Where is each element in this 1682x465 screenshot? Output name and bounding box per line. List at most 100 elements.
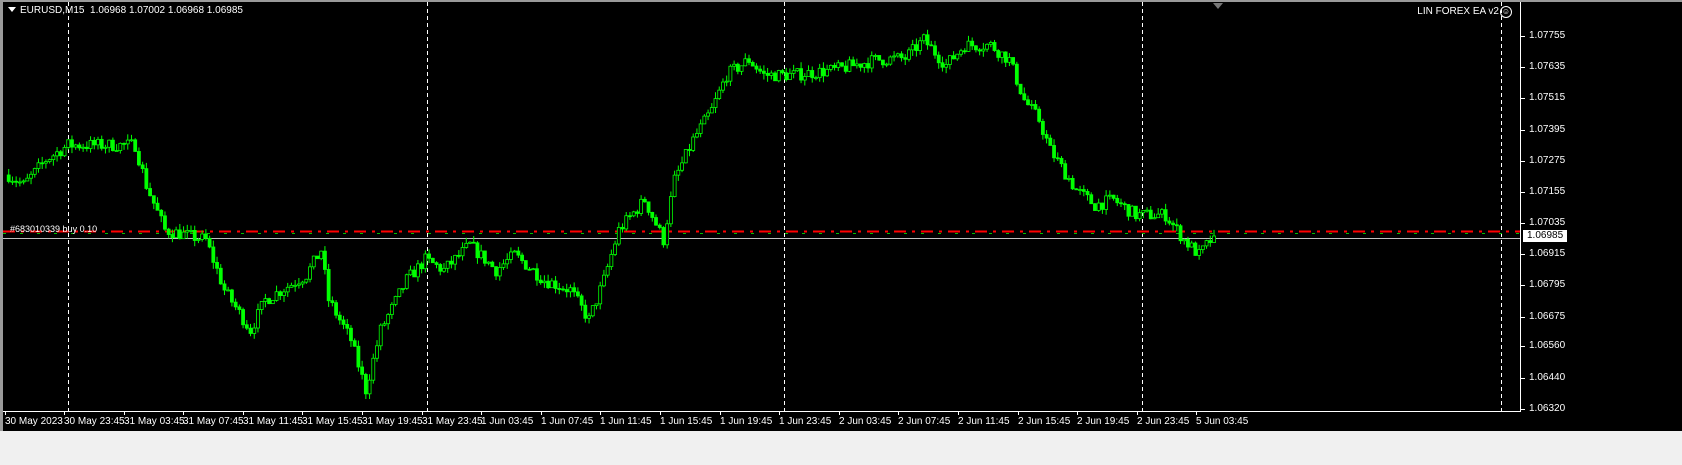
bull-candle (616, 226, 621, 245)
time-tick-label: 31 May 23:45 (422, 416, 483, 427)
bear-candle (1011, 57, 1016, 65)
time-tick-label: 1 Jun 23:45 (779, 416, 832, 427)
bear-candle (363, 374, 368, 395)
chart-window[interactable]: EURUSD,M15 1.06968 1.07002 1.06968 1.069… (0, 0, 1682, 465)
bull-candle (1182, 238, 1187, 242)
time-tick-label: 2 Jun 15:45 (1018, 416, 1071, 427)
bull-candle (680, 162, 684, 171)
bull-candle (1104, 195, 1109, 210)
bear-candle (155, 202, 160, 211)
bear-candle (218, 267, 223, 285)
bull-candle (1160, 209, 1164, 215)
price-tick (1521, 192, 1525, 193)
bear-candle (122, 142, 126, 145)
bull-candle (393, 296, 398, 305)
bear-candle (754, 65, 759, 70)
bull-candle (304, 278, 309, 283)
time-tick-label: 1 Jun 19:45 (720, 416, 773, 427)
bear-candle (1026, 99, 1030, 106)
bear-candle (1174, 224, 1179, 227)
bull-candle (587, 315, 591, 319)
bull-candle (895, 53, 900, 57)
time-tick (64, 411, 65, 415)
bull-candle (497, 267, 502, 277)
bull-candle (709, 107, 714, 114)
bear-candle (490, 261, 495, 268)
time-tick-label: 5 Jun 03:45 (1196, 416, 1249, 427)
expert-advisor-label[interactable]: LIN FOREX EA v2 ☺ (1417, 6, 1512, 18)
bear-candle (222, 283, 227, 291)
bull-candle (802, 76, 807, 81)
price-tick-label: 1.07395 (1529, 124, 1566, 135)
bull-candle (676, 169, 681, 176)
bull-candle (319, 250, 324, 260)
bull-candle (1130, 205, 1135, 217)
bear-candle (315, 255, 320, 260)
bull-candle (88, 139, 93, 149)
bear-candle (170, 234, 175, 239)
bull-candle (884, 63, 889, 66)
bull-candle (706, 112, 710, 117)
bull-candle (196, 239, 201, 241)
bull-candle (825, 68, 830, 77)
bull-candle (226, 289, 231, 292)
bear-candle (583, 304, 588, 319)
price-tick (1521, 346, 1525, 347)
bull-candle (1067, 178, 1071, 180)
bear-candle (475, 242, 480, 259)
chart-shift-marker-icon[interactable] (1213, 3, 1223, 9)
bear-candle (1148, 209, 1153, 220)
bull-candle (695, 133, 699, 138)
bull-candle (1152, 217, 1157, 220)
bull-candle (598, 285, 603, 305)
bear-candle (761, 70, 766, 74)
bear-candle (516, 250, 521, 256)
bull-candle (854, 63, 859, 67)
time-tick (1018, 411, 1019, 415)
bull-candle (10, 180, 15, 183)
time-tick-label: 1 Jun 11:45 (600, 416, 652, 427)
time-tick-label: 2 Jun 03:45 (839, 416, 892, 427)
time-tick (1196, 411, 1197, 415)
bear-candle (951, 55, 956, 60)
bear-candle (427, 253, 431, 259)
bear-candle (903, 57, 908, 60)
bear-candle (99, 138, 104, 149)
ea-name: LIN FOREX EA v2 (1417, 6, 1499, 17)
bear-candle (6, 174, 11, 182)
bear-candle (520, 254, 524, 262)
bear-candle (449, 260, 454, 265)
bull-candle (252, 327, 257, 334)
time-tick-label: 31 May 19:45 (362, 416, 423, 427)
bear-candle (148, 188, 152, 197)
bear-candle (207, 237, 212, 248)
bear-candle (471, 241, 476, 244)
bear-candle (810, 70, 815, 79)
bear-candle (133, 139, 138, 152)
bull-candle (29, 173, 33, 179)
bull-candle (665, 223, 670, 246)
price-chart[interactable] (0, 0, 1520, 412)
bear-candle (92, 139, 97, 146)
bull-candle (200, 233, 205, 240)
bear-candle (784, 72, 789, 81)
bull-candle (129, 139, 134, 142)
bear-candle (1070, 178, 1075, 190)
bull-candle (512, 250, 517, 253)
time-tick-label: 30 May 23:45 (64, 416, 125, 427)
bull-candle (51, 155, 56, 161)
bull-candle (453, 254, 458, 265)
bear-candle (1186, 238, 1190, 248)
dropdown-triangle-icon[interactable] (8, 7, 16, 12)
bull-candle (17, 181, 22, 184)
bull-candle (1029, 104, 1034, 106)
bear-candle (334, 302, 338, 316)
bull-candle (907, 49, 911, 60)
bull-candle (282, 291, 286, 296)
bull-candle (382, 323, 387, 326)
bear-candle (914, 44, 919, 51)
bear-candle (881, 59, 885, 66)
bull-candle (639, 198, 644, 214)
bull-candle (531, 268, 536, 271)
bull-candle (371, 357, 376, 381)
